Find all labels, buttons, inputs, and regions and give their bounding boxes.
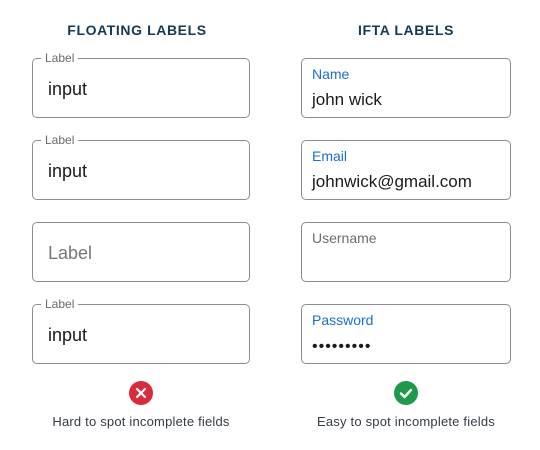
floating-input-value: input (48, 79, 88, 99)
floating-label-field-1[interactable]: Label input (32, 51, 250, 118)
floating-placeholder: Label (48, 243, 93, 263)
ifta-field-name[interactable]: Name john wick (301, 58, 511, 118)
ifta-label-password: Password (312, 312, 374, 328)
ifta-label-email: Email (312, 148, 348, 164)
ifta-status-text: Easy to spot incomplete fields (317, 414, 495, 429)
ifta-label-username: Username (312, 230, 377, 246)
ifta-value-email: johnwick@gmail.com (312, 172, 472, 191)
floating-label: Label (41, 133, 79, 147)
floating-input-value: input (48, 325, 88, 345)
floating-input-value: input (48, 161, 88, 181)
floating-label: Label (41, 297, 79, 311)
ifta-field-username[interactable]: Username (301, 222, 511, 282)
ifta-label-name: Name (312, 66, 350, 82)
floating-label-field-4[interactable]: Label input (32, 297, 250, 364)
floating-label: Label (41, 51, 79, 65)
floating-labels-title: FLOATING LABELS (67, 22, 207, 38)
error-x-icon (129, 381, 153, 405)
floating-label-field-empty[interactable]: Label (32, 222, 250, 282)
ifta-value-password: ••••••••• (312, 338, 372, 355)
ifta-labels-title: IFTA LABELS (357, 22, 455, 38)
floating-status-text: Hard to spot incomplete fields (52, 414, 230, 429)
check-icon (394, 381, 418, 405)
ifta-field-password[interactable]: Password ••••••••• (301, 304, 511, 364)
ifta-field-email[interactable]: Email johnwick@gmail.com (301, 140, 511, 200)
floating-label-field-2[interactable]: Label input (32, 133, 250, 200)
ifta-value-name: john wick (312, 90, 382, 109)
